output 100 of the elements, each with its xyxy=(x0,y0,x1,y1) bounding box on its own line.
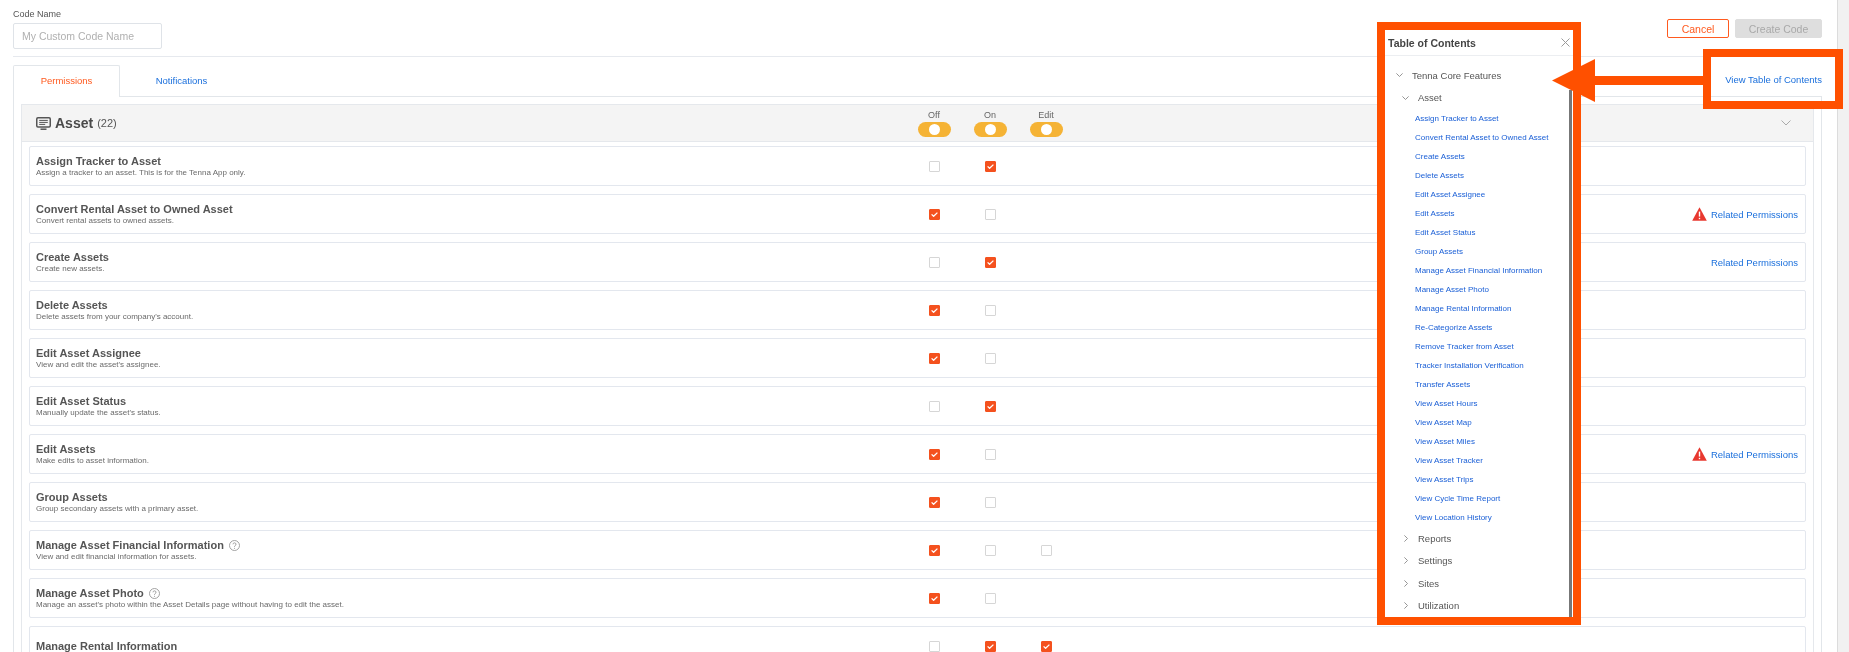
checkbox[interactable] xyxy=(984,400,996,412)
permission-title: Delete Assets xyxy=(36,298,108,312)
permission-title: Edit Asset Assignee xyxy=(36,346,141,360)
toc-group[interactable]: Reports xyxy=(1418,532,1452,544)
permission-description: Manage an asset's photo within the Asset Details page without having to edit the asset. xyxy=(36,600,345,610)
permission-description: Convert rental assets to owned assets. xyxy=(36,216,175,226)
toc-link[interactable]: Edit Asset Status xyxy=(1415,228,1476,237)
toc-group[interactable]: Settings xyxy=(1418,555,1453,567)
check-icon xyxy=(986,403,994,409)
toc-link[interactable]: View Asset Miles xyxy=(1415,437,1475,446)
related-permissions-link[interactable]: Related Permissions xyxy=(1710,256,1798,268)
item-count: (22) xyxy=(97,117,117,129)
checkbox[interactable] xyxy=(984,640,996,652)
toc-link[interactable]: Group Assets xyxy=(1415,247,1464,256)
close-icon[interactable] xyxy=(1561,38,1570,47)
check-icon xyxy=(930,307,938,313)
check-icon xyxy=(930,499,938,505)
toggle-switch[interactable] xyxy=(973,121,1007,137)
toc-link[interactable]: View Asset Tracker xyxy=(1415,456,1483,465)
permission-description: View and edit the asset's assignee. xyxy=(36,360,162,370)
checkbox[interactable] xyxy=(1040,640,1052,652)
toggle-knob[interactable] xyxy=(1040,123,1052,135)
column-label: Edit xyxy=(1038,109,1054,120)
toc-group[interactable]: Asset xyxy=(1418,92,1442,104)
screen-icon xyxy=(36,116,51,130)
toc-link[interactable]: View Asset Hours xyxy=(1415,399,1478,408)
toc-link[interactable]: View Asset Map xyxy=(1415,418,1472,427)
chevron-down-icon[interactable] xyxy=(1402,95,1409,100)
toc-group[interactable]: Tenna Core Features xyxy=(1412,69,1502,81)
code-name-label: Code Name xyxy=(13,8,63,20)
toggle-knob[interactable] xyxy=(928,123,940,135)
toc-group[interactable]: Sites xyxy=(1418,577,1440,589)
permission-title: Manage Rental Information xyxy=(36,639,178,652)
toc-link[interactable]: Manage Asset Financial Information xyxy=(1415,266,1543,275)
checkbox[interactable] xyxy=(928,592,940,604)
check-icon xyxy=(986,163,994,169)
permission-description: Manually update the asset's status. xyxy=(36,408,162,418)
permission-description: Group secondary assets with a primary asset. xyxy=(36,504,200,514)
toc-link[interactable]: Transfer Assets xyxy=(1415,380,1471,389)
checkbox[interactable] xyxy=(928,496,940,508)
toc-link[interactable]: Tracker Installation Verification xyxy=(1415,361,1524,370)
chevron-right-icon[interactable] xyxy=(1403,534,1408,542)
check-icon xyxy=(986,643,994,649)
toggle-switch[interactable] xyxy=(1029,121,1063,137)
chevron-down-icon[interactable] xyxy=(1396,73,1403,78)
permission-description: Make edits to asset information. xyxy=(36,456,150,466)
checkbox[interactable] xyxy=(928,208,940,220)
help-icon[interactable] xyxy=(148,587,160,599)
permission-description: Assign a tracker to an asset. This is for the Tenna App only. xyxy=(36,168,247,178)
view-table-of-contents-link[interactable]: View Table of Contents xyxy=(1725,73,1822,85)
chevron-down-icon[interactable] xyxy=(1781,120,1791,126)
tab[interactable]: Permissions xyxy=(13,65,120,97)
toggle-knob[interactable] xyxy=(984,123,996,135)
toc-link[interactable]: Convert Rental Asset to Owned Asset xyxy=(1415,133,1549,142)
chevron-right-icon[interactable] xyxy=(1403,602,1408,610)
toc-link[interactable]: Re-Categorize Assets xyxy=(1415,323,1493,332)
column-label: Off xyxy=(928,109,940,120)
toc-link[interactable]: View Cycle Time Report xyxy=(1415,494,1501,503)
check-icon xyxy=(930,547,938,553)
check-icon xyxy=(986,259,994,265)
chevron-right-icon[interactable] xyxy=(1403,579,1408,587)
toc-group[interactable]: Utilization xyxy=(1418,600,1460,612)
checkbox[interactable] xyxy=(928,448,940,460)
toc-link[interactable]: View Asset Trips xyxy=(1415,475,1474,484)
toc-link[interactable]: View Location History xyxy=(1415,513,1492,522)
checkbox[interactable] xyxy=(928,544,940,556)
chevron-right-icon[interactable] xyxy=(1403,557,1408,565)
checkbox[interactable] xyxy=(984,160,996,172)
toc-title: Table of Contents xyxy=(1388,36,1476,49)
toc-link[interactable]: Delete Assets xyxy=(1415,171,1464,180)
checkbox[interactable] xyxy=(928,352,940,364)
check-icon xyxy=(930,451,938,457)
toc-link[interactable]: Create Assets xyxy=(1415,152,1465,161)
permission-title: Assign Tracker to Asset xyxy=(36,154,161,168)
toc-link[interactable]: Edit Asset Assignee xyxy=(1415,190,1486,199)
toggle-switch[interactable] xyxy=(917,121,951,137)
permission-description: Delete assets from your company's account. xyxy=(36,312,195,322)
permission-title: Edit Asset Status xyxy=(36,394,127,408)
column-label: On xyxy=(984,109,996,120)
permission-description: Create new assets. xyxy=(36,264,106,274)
check-icon xyxy=(930,211,938,217)
permission-title: Group Assets xyxy=(36,490,108,504)
checkbox[interactable] xyxy=(984,256,996,268)
check-icon xyxy=(1042,643,1050,649)
related-permissions-link[interactable]: Related Permissions xyxy=(1710,448,1798,460)
permission-title: Manage Asset Photo xyxy=(36,586,144,600)
toc-link[interactable]: Manage Rental Information xyxy=(1415,304,1512,313)
section-title: Asset xyxy=(55,115,94,131)
tab[interactable]: Notifications xyxy=(128,65,235,97)
checkbox[interactable] xyxy=(928,304,940,316)
help-icon[interactable] xyxy=(228,539,240,551)
cancel-button[interactable]: Cancel xyxy=(1667,19,1729,38)
toc-link[interactable]: Assign Tracker to Asset xyxy=(1415,114,1499,123)
toc-link[interactable]: Remove Tracker from Asset xyxy=(1415,342,1514,351)
code-name-field[interactable]: My Custom Code Name xyxy=(13,23,162,49)
permission-title: Manage Asset Financial Information xyxy=(36,538,224,552)
toc-link[interactable]: Manage Asset Photo xyxy=(1415,285,1489,294)
related-permissions-link[interactable]: Related Permissions xyxy=(1710,208,1798,220)
permission-title: Create Assets xyxy=(36,250,109,264)
toc-link[interactable]: Edit Assets xyxy=(1415,209,1455,218)
